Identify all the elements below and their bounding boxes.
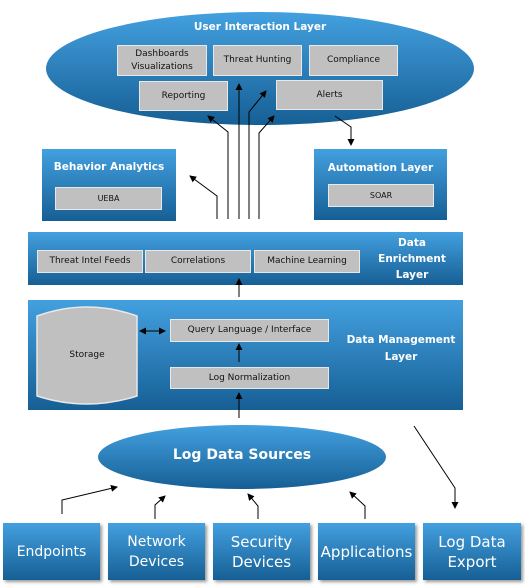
arrow-to-alerts xyxy=(258,115,275,219)
arrow-network xyxy=(154,495,166,519)
siem-architecture-diagram: User Interaction Layer Dashboards Visual… xyxy=(0,0,525,587)
arrow-alerts-to-automation xyxy=(334,115,355,146)
arrow-to-reporting xyxy=(207,115,229,219)
arrow-to-behavior xyxy=(189,175,218,219)
arrow-to-export xyxy=(413,425,459,509)
arrow-to-dashboards xyxy=(248,90,267,219)
arrow-security xyxy=(247,493,259,519)
connector-arrows xyxy=(61,83,459,519)
arrow-endpoints xyxy=(61,484,118,514)
arrow-applications xyxy=(349,491,366,519)
